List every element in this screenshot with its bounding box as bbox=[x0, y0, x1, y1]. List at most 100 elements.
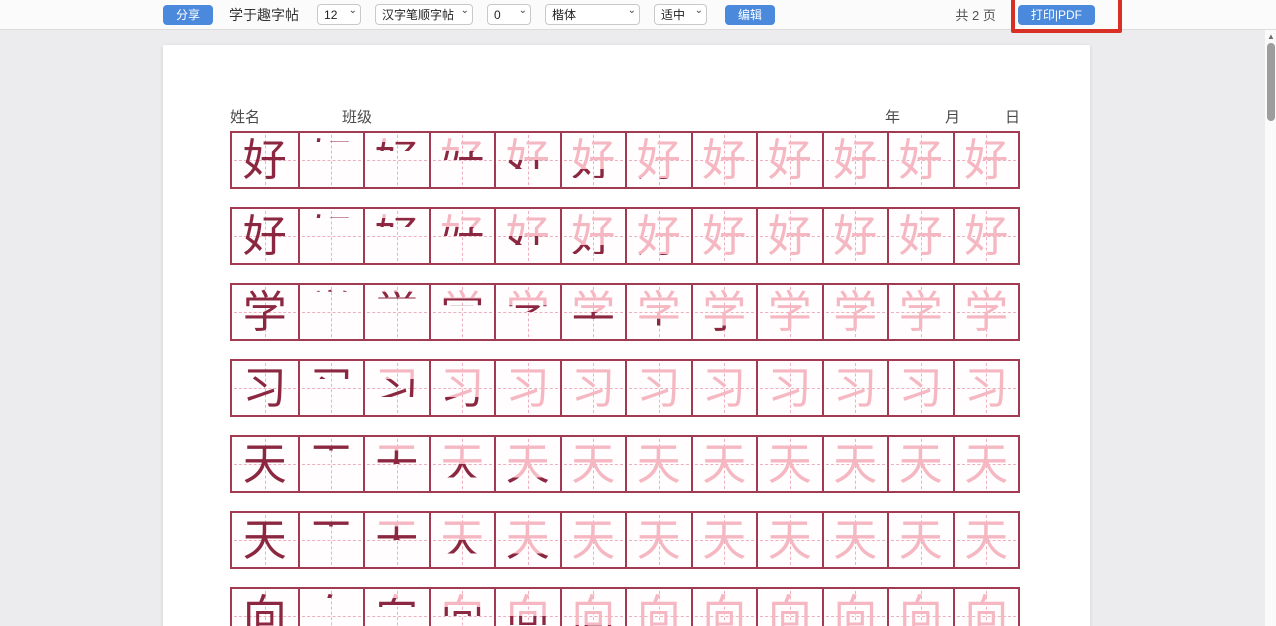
stroke-glyph: 天 bbox=[365, 513, 429, 567]
trace-glyph: 好 bbox=[431, 209, 495, 263]
trace-glyph: 天 bbox=[496, 437, 560, 491]
share-button[interactable]: 分享 bbox=[163, 5, 213, 25]
print-pdf-button[interactable]: 打印|PDF bbox=[1018, 5, 1095, 25]
practice-cell: 天天 bbox=[756, 437, 822, 491]
stroke-glyph: 向 bbox=[232, 589, 298, 626]
trace-glyph: 天 bbox=[824, 513, 888, 567]
day-label: 日 bbox=[1005, 106, 1020, 127]
sheet-type-select[interactable]: 汉字笔顺字帖 bbox=[375, 4, 473, 25]
practice-cell: 好好 bbox=[494, 209, 560, 263]
practice-cell: 好好 bbox=[953, 133, 1019, 187]
practice-cell: 天天 bbox=[232, 513, 298, 567]
stroke-glyph: 好 bbox=[232, 209, 298, 263]
stroke-glyph: 习 bbox=[431, 361, 495, 415]
stroke-glyph: 学 bbox=[627, 285, 691, 339]
trace-glyph: 天 bbox=[627, 437, 691, 491]
practice-cell: 好好 bbox=[298, 209, 364, 263]
trace-glyph: 好 bbox=[824, 209, 888, 263]
trace-glyph: 好 bbox=[824, 133, 888, 187]
practice-cell: 天天 bbox=[363, 513, 429, 567]
practice-cell: 学学 bbox=[691, 285, 757, 339]
practice-cell: 天天 bbox=[887, 437, 953, 491]
practice-cell: 学学 bbox=[429, 285, 495, 339]
practice-cell: 学学 bbox=[560, 285, 626, 339]
practice-row: 好好好好好好好好好好好好好好好好好好好好好好好好 bbox=[230, 207, 1020, 265]
practice-cell: 向向 bbox=[953, 589, 1019, 626]
practice-cell: 好好 bbox=[691, 209, 757, 263]
practice-cell: 天天 bbox=[429, 513, 495, 567]
stroke-glyph: 好 bbox=[431, 209, 495, 263]
practice-cell: 好好 bbox=[429, 209, 495, 263]
practice-cell: 天天 bbox=[887, 513, 953, 567]
stroke-glyph: 向 bbox=[496, 589, 560, 626]
trace-glyph: 向 bbox=[758, 589, 822, 626]
stroke-glyph: 学 bbox=[562, 285, 626, 339]
stroke-glyph: 好 bbox=[562, 133, 626, 187]
chars-per-row-select[interactable]: 12 bbox=[317, 4, 361, 25]
practice-cell: 好好 bbox=[363, 209, 429, 263]
practice-cell: 天天 bbox=[298, 437, 364, 491]
trace-glyph: 向 bbox=[300, 589, 364, 626]
practice-cell: 学学 bbox=[822, 285, 888, 339]
stroke-glyph: 习 bbox=[300, 361, 364, 415]
practice-cell: 习习 bbox=[887, 361, 953, 415]
practice-cell: 学学 bbox=[887, 285, 953, 339]
practice-cell: 好好 bbox=[232, 133, 298, 187]
practice-cell: 向向 bbox=[494, 589, 560, 626]
practice-cell: 向向 bbox=[232, 589, 298, 626]
practice-cell: 天天 bbox=[822, 513, 888, 567]
practice-row: 向向向向向向向向向向向向向向向向向向向向向向向向 bbox=[230, 587, 1020, 626]
trace-glyph: 好 bbox=[955, 133, 1019, 187]
scroll-up-icon[interactable]: ▲ bbox=[1265, 32, 1276, 42]
blank-rows-select[interactable]: 0 bbox=[487, 4, 531, 25]
trace-glyph: 好 bbox=[889, 209, 953, 263]
trace-glyph: 向 bbox=[496, 589, 560, 626]
trace-glyph: 好 bbox=[758, 209, 822, 263]
trace-glyph: 天 bbox=[758, 437, 822, 491]
trace-glyph: 向 bbox=[365, 589, 429, 626]
trace-glyph: 好 bbox=[300, 209, 364, 263]
trace-glyph: 学 bbox=[889, 285, 953, 339]
trace-glyph: 好 bbox=[365, 209, 429, 263]
stroke-glyph: 学 bbox=[431, 285, 495, 339]
trace-glyph: 好 bbox=[431, 133, 495, 187]
practice-cell: 天天 bbox=[625, 513, 691, 567]
trace-glyph: 学 bbox=[955, 285, 1019, 339]
sheet-type-select-wrap: 汉字笔顺字帖 ⌄ bbox=[375, 4, 473, 25]
practice-cell: 学学 bbox=[625, 285, 691, 339]
trace-glyph: 学 bbox=[824, 285, 888, 339]
stroke-glyph: 习 bbox=[365, 361, 429, 415]
trace-glyph: 学 bbox=[758, 285, 822, 339]
trace-glyph: 天 bbox=[889, 513, 953, 567]
stroke-glyph: 天 bbox=[431, 437, 495, 491]
practice-row: 学学学学学学学学学学学学学学学学学学学学学学学学 bbox=[230, 283, 1020, 341]
practice-cell: 天天 bbox=[691, 513, 757, 567]
trace-glyph: 天 bbox=[365, 437, 429, 491]
vertical-scrollbar[interactable]: ▲ ▼ bbox=[1264, 30, 1276, 626]
practice-cell: 天天 bbox=[625, 437, 691, 491]
practice-row: 好好好好好好好好好好好好好好好好好好好好好好好好 bbox=[230, 131, 1020, 189]
practice-cell: 好好 bbox=[560, 133, 626, 187]
practice-cell: 好好 bbox=[887, 133, 953, 187]
practice-cell: 天天 bbox=[560, 513, 626, 567]
practice-cell: 习习 bbox=[756, 361, 822, 415]
density-select[interactable]: 适中 bbox=[654, 4, 707, 25]
stroke-glyph: 学 bbox=[232, 285, 298, 339]
practice-cell: 好好 bbox=[822, 133, 888, 187]
scrollbar-thumb[interactable] bbox=[1267, 43, 1275, 121]
practice-cell: 好好 bbox=[625, 133, 691, 187]
practice-cell: 好好 bbox=[494, 133, 560, 187]
trace-glyph: 天 bbox=[431, 437, 495, 491]
trace-glyph: 好 bbox=[693, 209, 757, 263]
practice-cell: 天天 bbox=[494, 437, 560, 491]
edit-button[interactable]: 编辑 bbox=[725, 5, 775, 25]
trace-glyph: 学 bbox=[431, 285, 495, 339]
practice-cell: 学学 bbox=[494, 285, 560, 339]
practice-cell: 天天 bbox=[560, 437, 626, 491]
trace-glyph: 天 bbox=[365, 513, 429, 567]
practice-cell: 向向 bbox=[298, 589, 364, 626]
trace-glyph: 习 bbox=[824, 361, 888, 415]
trace-glyph: 学 bbox=[627, 285, 691, 339]
font-select[interactable]: 楷体 bbox=[545, 4, 640, 25]
practice-row: 天天天天天天天天天天天天天天天天天天天天天天天天 bbox=[230, 435, 1020, 493]
